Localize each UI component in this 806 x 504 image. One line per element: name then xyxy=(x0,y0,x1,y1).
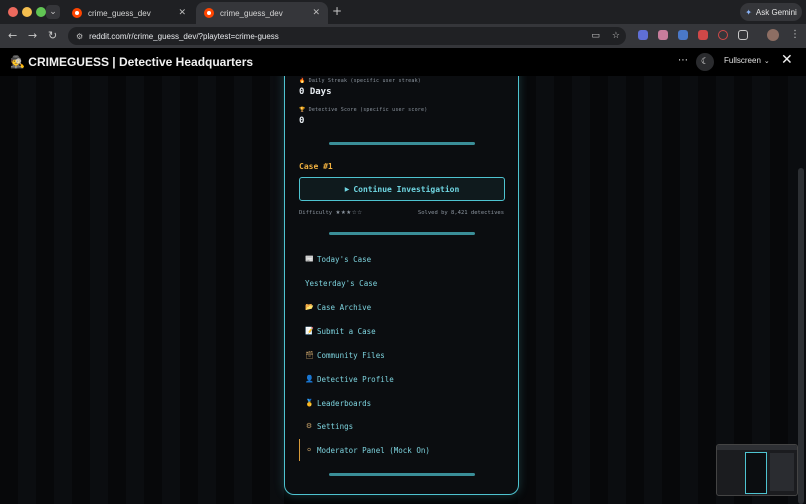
score-label: 🏆 Detective Score (specific user score) xyxy=(299,107,428,113)
browser-toolbar: ← → ↻ ⚙ reddit.com/r/crime_guess_dev/?pl… xyxy=(0,24,806,48)
file-box-icon: 🗃 xyxy=(305,351,314,359)
app-header: 🕵 CRIMEGUESS | Detective Headquarters ⋯ … xyxy=(0,48,806,76)
reddit-icon xyxy=(72,8,82,18)
more-options-icon[interactable]: ⋯ xyxy=(678,55,688,66)
gear-icon: ⚙ xyxy=(305,422,313,430)
picture-in-picture-preview[interactable] xyxy=(716,444,798,496)
divider xyxy=(329,232,475,235)
address-bar[interactable]: ⚙ reddit.com/r/crime_guess_dev/?playtest… xyxy=(68,27,626,45)
site-settings-icon[interactable]: ⚙ xyxy=(76,32,83,41)
fullscreen-label: Fullscreen xyxy=(724,56,761,65)
background-left xyxy=(0,76,284,504)
menu-item-moderator-panel[interactable]: ⚪ Moderator Panel (Mock On) xyxy=(299,439,430,461)
streak-value: 0 Days xyxy=(299,87,332,97)
menu-item-community-files[interactable]: 🗃 Community Files xyxy=(305,348,385,362)
extension-icon-5[interactable] xyxy=(718,30,728,40)
play-icon: ▶ xyxy=(344,185,350,193)
menu-item-label: Moderator Panel (Mock On) xyxy=(317,445,430,455)
tab-search-button[interactable]: ⌄ xyxy=(46,5,60,19)
menu-item-leaderboards[interactable]: 🥇 Leaderboards xyxy=(305,396,371,410)
ask-gemini-label: Ask Gemini xyxy=(755,7,797,17)
browser-menu-icon[interactable]: ⋮ xyxy=(790,29,800,40)
menu-item-label: Submit a Case xyxy=(317,326,376,336)
extension-icon-4[interactable] xyxy=(698,30,708,40)
menu-item-settings[interactable]: ⚙ Settings xyxy=(305,419,353,433)
continue-investigation-button[interactable]: ▶ Continue Investigation xyxy=(299,177,505,201)
divider xyxy=(329,473,475,476)
continue-label: Continue Investigation xyxy=(353,184,460,194)
tab-close-icon[interactable]: ✕ xyxy=(312,8,320,18)
preview-bar xyxy=(717,445,797,450)
fullscreen-button[interactable]: Fullscreen ⌄ xyxy=(724,56,770,65)
tab-close-icon[interactable]: ✕ xyxy=(178,8,186,18)
scrollbar[interactable] xyxy=(798,168,804,504)
menu-item-label: Case Archive xyxy=(317,302,372,312)
back-arrow-icon[interactable]: ← xyxy=(8,29,17,42)
case-number: Case #1 xyxy=(299,162,333,171)
bookmark-star-icon[interactable]: ☆ xyxy=(612,31,620,41)
tab-title: crime_guess_dev xyxy=(88,8,151,18)
close-icon[interactable]: ✕ xyxy=(781,52,793,68)
difficulty-rating: Difficulty ★★★☆☆ xyxy=(299,210,363,216)
browser-tab-1[interactable]: crime_guess_dev ✕ xyxy=(64,2,194,24)
page-title: 🕵 CRIMEGUESS | Detective Headquarters xyxy=(10,55,254,69)
extension-icon-3[interactable] xyxy=(678,30,688,40)
profile-avatar[interactable] xyxy=(767,29,779,41)
streak-label: 🔥 Daily Streak (specific user streak) xyxy=(299,78,421,84)
window-minimize-button[interactable] xyxy=(22,7,32,17)
medal-icon: 🥇 xyxy=(305,399,314,407)
newspaper-icon: 📰 xyxy=(305,255,314,263)
cast-icon[interactable]: ▭ xyxy=(591,31,600,41)
window-close-button[interactable] xyxy=(8,7,18,17)
menu-item-case-archive[interactable]: 📂 Case Archive xyxy=(305,300,371,314)
menu-item-yesterdays-case[interactable]: Yesterday's Case xyxy=(305,276,377,290)
menu-item-label: Today's Case xyxy=(317,254,372,264)
menu-item-label: Community Files xyxy=(317,350,385,360)
theme-toggle-icon[interactable]: ☾ xyxy=(696,53,714,71)
difficulty-label: Difficulty xyxy=(299,210,333,216)
background-right xyxy=(518,76,806,504)
solved-count: Solved by 8,421 detectives xyxy=(417,210,504,216)
detective-panel: 🔥 Daily Streak (specific user streak) 0 … xyxy=(284,76,519,495)
extension-icon-2[interactable] xyxy=(658,30,668,40)
folder-icon: 📂 xyxy=(305,303,314,311)
chevron-down-icon: ⌄ xyxy=(763,57,770,65)
moderator-icon: ⚪ xyxy=(306,446,312,454)
memo-icon: 📝 xyxy=(305,327,314,335)
difficulty-stars: ★★★☆☆ xyxy=(335,210,363,216)
extensions-puzzle-icon[interactable] xyxy=(738,30,748,40)
divider xyxy=(329,142,475,145)
forward-arrow-icon[interactable]: → xyxy=(28,29,37,42)
extension-icon-1[interactable] xyxy=(638,30,648,40)
browser-title-bar: ⌄ crime_guess_dev ✕ crime_guess_dev ✕ + … xyxy=(0,0,806,24)
menu-item-label: Settings xyxy=(317,421,354,431)
preview-panel xyxy=(745,452,767,494)
menu-item-todays-case[interactable]: 📰 Today's Case xyxy=(305,252,371,266)
menu-item-label: Leaderboards xyxy=(317,398,372,408)
new-tab-icon[interactable]: + xyxy=(332,4,342,18)
reddit-icon xyxy=(204,8,214,18)
app-content: 🔥 Daily Streak (specific user streak) 0 … xyxy=(0,76,806,504)
preview-sidebar xyxy=(770,453,794,491)
user-icon: 👤 xyxy=(305,375,314,383)
tab-title: crime_guess_dev xyxy=(220,8,283,18)
menu-item-label: Detective Profile xyxy=(317,374,394,384)
menu-item-label: Yesterday's Case xyxy=(305,278,378,288)
ask-gemini-button[interactable]: ✦ Ask Gemini xyxy=(740,3,802,21)
reload-icon[interactable]: ↻ xyxy=(48,29,57,42)
gemini-icon: ✦ xyxy=(745,7,752,17)
window-maximize-button[interactable] xyxy=(36,7,46,17)
menu-item-submit-case[interactable]: 📝 Submit a Case xyxy=(305,324,376,338)
score-value: 0 xyxy=(299,116,305,126)
browser-tab-2-active[interactable]: crime_guess_dev ✕ xyxy=(196,2,328,24)
url-text[interactable]: reddit.com/r/crime_guess_dev/?playtest=c… xyxy=(89,32,585,41)
menu-item-detective-profile[interactable]: 👤 Detective Profile xyxy=(305,372,394,386)
